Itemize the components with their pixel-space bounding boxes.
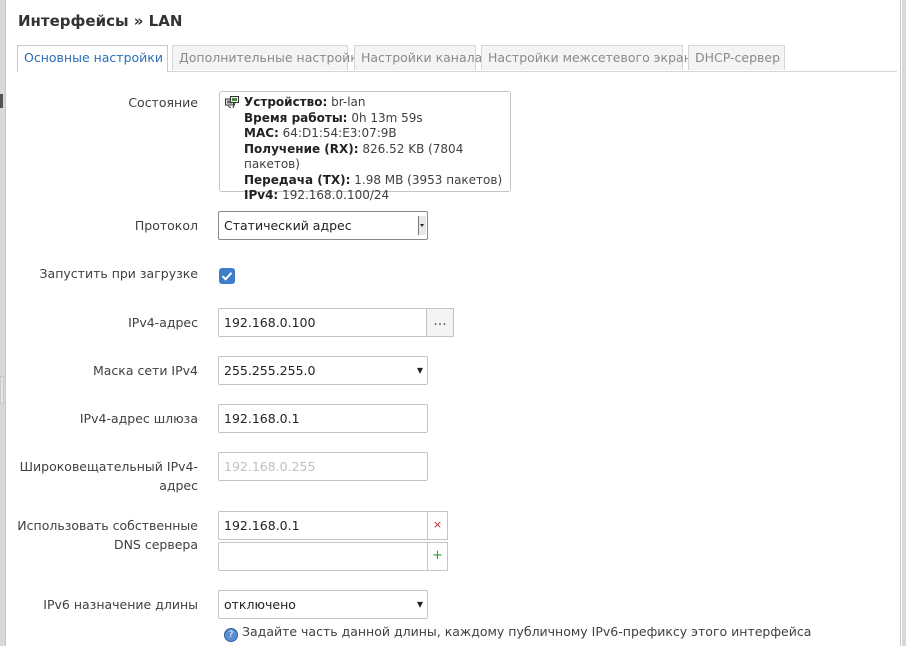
- modal-title: Интерфейсы » LAN: [18, 12, 183, 30]
- ipv6-assign-hint: ? Задайте часть данной длины, каждому пуб…: [224, 624, 811, 642]
- status-row: Время работы: 0h 13m 59s: [244, 110, 423, 125]
- protocol-select[interactable]: Статический адрес: [218, 211, 428, 240]
- ipv6-assign-label: IPv6 назначение длины: [43, 597, 198, 612]
- status-row: MAC: 64:D1:54:E3:07:9B: [244, 126, 397, 140]
- broadcast-label: Широковещательный IPv4- адрес: [19, 459, 198, 493]
- netmask-label: Маска сети IPv4: [92, 363, 198, 378]
- help-icon: ?: [224, 628, 238, 642]
- status-row: Устройство: br-lan: [244, 95, 366, 109]
- ipv4-address-label: IPv4-адрес: [128, 315, 198, 330]
- netmask-select-value: 255.255.255.0: [224, 363, 316, 378]
- gateway-label: IPv4-адрес шлюза: [79, 411, 198, 426]
- status-row: Получение (RX): 826.52 KB (7804 пакетов): [244, 141, 464, 172]
- network-device-icon: [225, 96, 239, 109]
- dropdown-arrow-icon: [418, 216, 426, 235]
- background-left-fragment: [0, 94, 3, 108]
- dns-add-button[interactable]: +: [427, 542, 448, 571]
- ipv6-assign-select[interactable]: отключено: [218, 590, 428, 619]
- ipv6-assign-hint-text: Задайте часть данной длины, каждому публ…: [242, 624, 812, 639]
- background-left-fragment: [0, 376, 4, 404]
- ipv6-assign-select-value: отключено: [224, 597, 296, 612]
- status-row: IPv4: 192.168.0.100/24: [244, 188, 390, 202]
- autostart-label: Запустить при загрузке: [39, 266, 198, 281]
- tab-channel-settings[interactable]: Настройки канала: [354, 45, 482, 70]
- tab-advanced-settings[interactable]: Дополнительные настройки: [172, 45, 366, 70]
- gateway-input[interactable]: 192.168.0.1: [218, 404, 428, 433]
- background-right-edge: [902, 0, 906, 646]
- status-box: Устройство: br-lan Время работы: 0h 13m …: [219, 91, 511, 202]
- ipv4-address-picker-button[interactable]: ...: [426, 308, 454, 337]
- status-label: Состояние: [128, 95, 198, 110]
- status-row: Передача (TX): 1.98 MB (3953 пакетов): [244, 172, 503, 187]
- protocol-select-value: Статический адрес: [224, 218, 352, 233]
- tab-dhcp-server[interactable]: DHCP-сервер: [688, 45, 785, 70]
- netmask-select[interactable]: 255.255.255.0: [218, 356, 428, 385]
- tab-firewall-settings[interactable]: Настройки межсетевого экрана: [481, 45, 700, 70]
- dns-label: Использовать собственные DNS сервера: [17, 518, 198, 552]
- dns-remove-button[interactable]: ×: [427, 511, 448, 540]
- tab-general-settings[interactable]: Основные настройки: [17, 45, 168, 72]
- autostart-checkbox[interactable]: [219, 268, 235, 284]
- tab-bar: Основные настройки Дополнительные настро…: [17, 45, 897, 72]
- broadcast-input[interactable]: 192.168.0.255: [218, 452, 428, 481]
- interface-modal: Интерфейсы » LAN Основные настройки Допо…: [5, 0, 901, 646]
- dns-entry-input[interactable]: 192.168.0.1: [218, 511, 428, 540]
- ipv4-address-input[interactable]: 192.168.0.100: [218, 308, 427, 337]
- dns-new-entry-input[interactable]: [218, 542, 428, 571]
- checkmark-icon: [221, 272, 233, 281]
- protocol-label: Протокол: [134, 218, 198, 233]
